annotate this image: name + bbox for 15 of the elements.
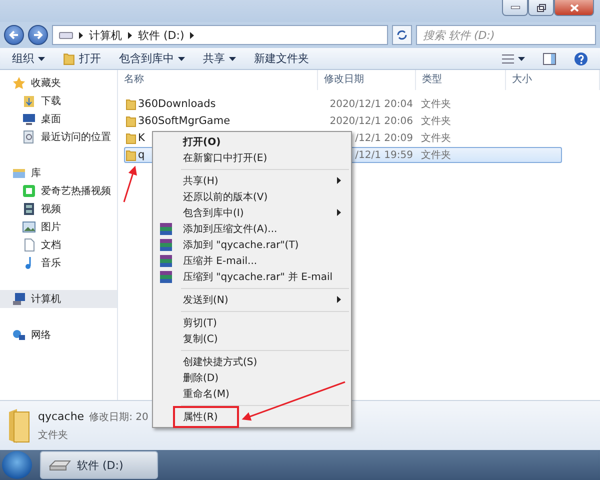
type-cell-text: 文件夹 (420, 148, 452, 162)
modified-date-label: 修改日期: 20 (89, 410, 148, 424)
type-cell-text: 文件夹 (420, 132, 452, 145)
type-cell-text: 文件夹 (420, 114, 452, 128)
type-cell-text: 文件夹 (420, 98, 452, 111)
file-name: 360SoftMgrGame (138, 115, 230, 127)
date-cell-text: 2020/12/1 20:04 (328, 98, 414, 110)
file-name: K (138, 132, 145, 144)
file-type: 文件夹 (38, 428, 69, 442)
file-name: q (138, 149, 145, 161)
date-cell-text: /12/1 19:59 (354, 150, 414, 160)
file-name: qycache (38, 410, 84, 422)
date-cell-text: 2020/12/1 20:06 (328, 116, 414, 126)
date-cell-text: /12/1 20:09 (354, 132, 414, 144)
file-name: 360Downloads (138, 98, 216, 110)
